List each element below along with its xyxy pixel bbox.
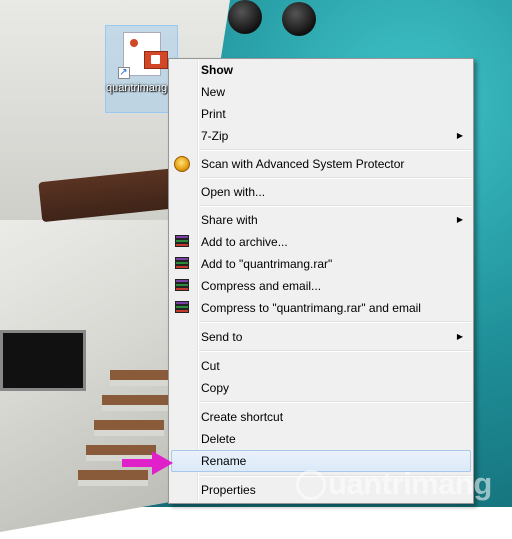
menu-item-label: New	[201, 85, 226, 99]
submenu-arrow-icon: ▶	[456, 332, 463, 341]
menu-item-label: Rename	[201, 454, 247, 468]
yacht-stairs	[70, 360, 180, 510]
menu-separator	[199, 350, 471, 352]
menu-item-label: Properties	[201, 483, 256, 497]
magenta-arrow-icon	[122, 451, 173, 475]
menu-item-label: Print	[201, 107, 226, 121]
yacht-radar-dome	[282, 2, 316, 36]
menu-item-label: Share with	[201, 213, 258, 227]
menu-item-label: Delete	[201, 432, 236, 446]
menu-item-label: Add to "quantrimang.rar"	[201, 257, 333, 271]
winrar-icon	[174, 278, 190, 294]
menu-separator	[199, 205, 471, 207]
submenu-arrow-icon: ▶	[456, 131, 463, 140]
menu-item-delete[interactable]: Delete	[171, 428, 471, 450]
watermark-text: uantrimang	[328, 466, 492, 501]
menu-item-add-to-rar[interactable]: Add to "quantrimang.rar"	[171, 253, 471, 275]
menu-item-label: Compress and email...	[201, 279, 322, 293]
lightbulb-logo-icon	[296, 470, 326, 500]
menu-item-label: Send to	[201, 330, 243, 344]
menu-item-7zip[interactable]: 7-Zip ▶	[171, 125, 471, 147]
menu-item-label: Open with...	[201, 185, 266, 199]
submenu-arrow-icon: ▶	[456, 215, 463, 224]
powerpoint-slideshow-file-icon: ↗	[117, 32, 168, 79]
context-menu: Show New Print 7-Zip ▶ Scan with Advance…	[168, 58, 474, 504]
menu-item-new[interactable]: New	[171, 81, 471, 103]
menu-item-compress-email[interactable]: Compress and email...	[171, 275, 471, 297]
menu-item-print[interactable]: Print	[171, 103, 471, 125]
shield-icon	[174, 156, 190, 172]
desktop-file-label: quantrimang.pps	[106, 82, 188, 94]
winrar-icon	[174, 234, 190, 250]
winrar-icon	[174, 300, 190, 316]
menu-separator	[199, 149, 471, 151]
menu-item-create-shortcut[interactable]: Create shortcut	[171, 406, 471, 428]
winrar-icon	[174, 256, 190, 272]
menu-item-open-with[interactable]: Open with...	[171, 181, 471, 203]
menu-separator	[199, 177, 471, 179]
menu-item-compress-to-rar-email[interactable]: Compress to "quantrimang.rar" and email	[171, 297, 471, 319]
menu-item-cut[interactable]: Cut	[171, 355, 471, 377]
menu-item-show[interactable]: Show	[171, 59, 471, 81]
menu-item-label: Create shortcut	[201, 410, 284, 424]
menu-item-send-to[interactable]: Send to ▶	[171, 326, 471, 348]
menu-item-share-with[interactable]: Share with ▶	[171, 209, 471, 231]
menu-item-label: Scan with Advanced System Protector	[201, 157, 405, 171]
menu-item-label: Add to archive...	[201, 235, 288, 249]
menu-item-label: Cut	[201, 359, 220, 373]
watermark: uantrimang	[296, 466, 510, 502]
menu-item-scan-asp[interactable]: Scan with Advanced System Protector	[171, 153, 471, 175]
menu-item-label: Show	[201, 63, 233, 77]
menu-separator	[199, 321, 471, 323]
menu-item-label: Copy	[201, 381, 230, 395]
yacht-radar-dome	[228, 0, 262, 34]
menu-item-copy[interactable]: Copy	[171, 377, 471, 399]
menu-item-label: 7-Zip	[201, 129, 229, 143]
menu-item-label: Compress to "quantrimang.rar" and email	[201, 301, 421, 315]
menu-separator	[199, 401, 471, 403]
menu-item-add-to-archive[interactable]: Add to archive...	[171, 231, 471, 253]
